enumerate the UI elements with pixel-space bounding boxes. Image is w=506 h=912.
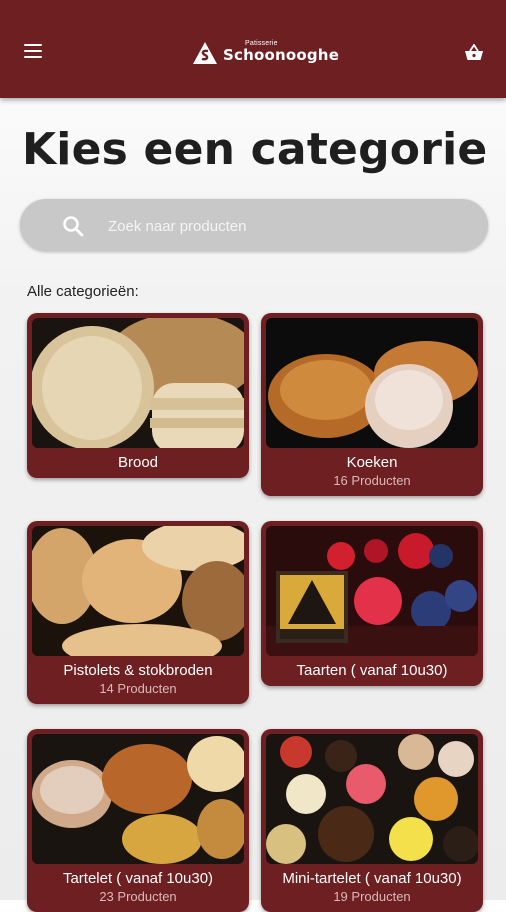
category-image xyxy=(266,734,478,864)
search-icon xyxy=(63,216,84,237)
category-card-taarten[interactable]: Taarten ( vanaf 10u30) xyxy=(261,521,483,686)
category-card-koeken[interactable]: Koeken 16 Producten xyxy=(261,313,483,496)
category-image xyxy=(32,318,244,448)
category-card-tartelet[interactable]: Tartelet ( vanaf 10u30) 23 Producten xyxy=(27,729,249,912)
category-name: Koeken xyxy=(346,454,398,471)
logo-mark-icon xyxy=(193,42,217,64)
category-image xyxy=(266,318,478,448)
category-product-count: 19 Producten xyxy=(333,889,411,904)
category-card-brood[interactable]: Brood xyxy=(27,313,249,478)
category-image xyxy=(32,526,244,656)
category-product-count: 14 Producten xyxy=(99,681,177,696)
logo-name: Schoonooghe xyxy=(223,46,340,64)
category-card-mini-tartelet[interactable]: Mini-tartelet ( vanaf 10u30) 19 Producte… xyxy=(261,729,483,912)
categories-label: Alle categorieën: xyxy=(27,283,139,300)
hamburger-menu-icon[interactable] xyxy=(24,44,42,58)
category-name: Brood xyxy=(117,454,159,471)
category-name: Pistolets & stokbroden xyxy=(63,662,213,679)
category-product-count: 16 Producten xyxy=(333,473,411,488)
brand-logo: Patisserie Schoonooghe xyxy=(193,40,339,66)
page-title: Kies een categorie xyxy=(22,124,488,175)
search-input[interactable] xyxy=(106,213,470,239)
category-image xyxy=(32,734,244,864)
category-card-pistolets[interactable]: Pistolets & stokbroden 14 Producten xyxy=(27,521,249,704)
category-name: Taarten ( vanaf 10u30) xyxy=(296,662,448,679)
category-name: Tartelet ( vanaf 10u30) xyxy=(62,870,214,887)
category-image xyxy=(266,526,478,656)
app-bar: Patisserie Schoonooghe xyxy=(0,0,506,98)
shopping-basket-icon[interactable] xyxy=(464,43,484,62)
category-product-count: 23 Producten xyxy=(99,889,177,904)
search-bar[interactable] xyxy=(20,199,488,251)
category-name: Mini-tartelet ( vanaf 10u30) xyxy=(282,870,462,887)
